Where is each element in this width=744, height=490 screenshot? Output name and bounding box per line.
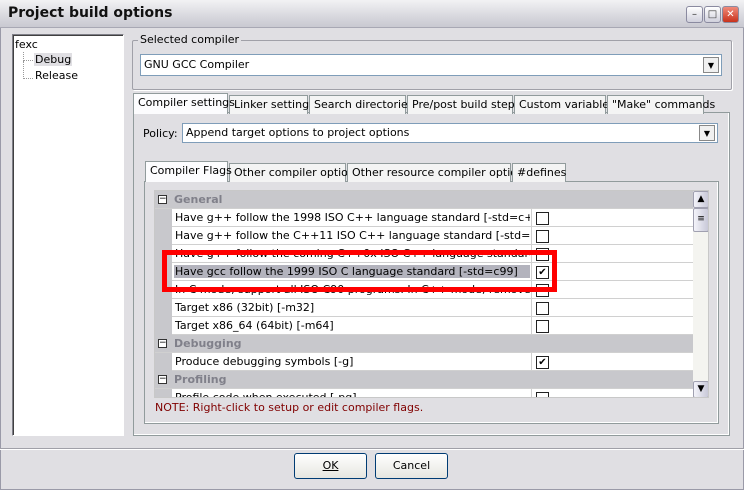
- flag-row[interactable]: Profile code when executed [-pg]: [155, 389, 693, 398]
- flag-row[interactable]: Have gcc follow the 1999 ISO C language …: [155, 263, 693, 281]
- flag-row[interactable]: Have g++ follow the C++11 ISO C++ langua…: [155, 227, 693, 245]
- selected-compiler-label: Selected compiler: [138, 33, 242, 46]
- row-gutter: [155, 245, 172, 263]
- tab-linker-settings[interactable]: Linker settings: [229, 95, 315, 114]
- flag-row[interactable]: In C mode, support all ISO C90 programs.…: [155, 281, 693, 299]
- tab-other-compiler-options[interactable]: Other compiler options: [229, 163, 361, 182]
- flag-label: Have g++ follow the 1998 ISO C++ languag…: [175, 211, 530, 224]
- window-title: Project build options: [8, 5, 173, 21]
- flag-checkbox[interactable]: [536, 392, 549, 397]
- policy-value: Append target options to project options: [186, 126, 410, 139]
- row-gutter: [155, 299, 172, 317]
- flag-value-cell[interactable]: [531, 317, 693, 335]
- collapse-icon[interactable]: −: [158, 375, 167, 384]
- row-gutter: [155, 281, 172, 299]
- flag-label: Have g++ follow the C++11 ISO C++ langua…: [175, 229, 530, 242]
- flag-value-cell[interactable]: [531, 227, 693, 245]
- flag-row[interactable]: Target x86 (32bit) [-m32]: [155, 299, 693, 317]
- section-label: General: [174, 193, 223, 206]
- flag-row[interactable]: Target x86_64 (64bit) [-m64]: [155, 317, 693, 335]
- collapse-icon[interactable]: −: [158, 339, 167, 348]
- tree-line: [23, 61, 33, 79]
- minimize-button[interactable]: –: [686, 6, 703, 23]
- tree-item-root[interactable]: fexc: [15, 38, 38, 51]
- flag-label: Produce debugging symbols [-g]: [175, 355, 354, 368]
- flag-section[interactable]: − General: [155, 191, 693, 209]
- row-gutter: [155, 389, 172, 397]
- flag-checkbox[interactable]: ✔: [536, 356, 549, 369]
- flag-value-cell[interactable]: [531, 299, 693, 317]
- section-label: Profiling: [174, 373, 227, 386]
- flag-section[interactable]: − Debugging: [155, 335, 693, 353]
- flag-section[interactable]: − Profiling: [155, 371, 693, 389]
- flag-checkbox[interactable]: [536, 302, 549, 315]
- tree-item-debug[interactable]: Debug: [34, 53, 73, 66]
- tree-item-release[interactable]: Release: [35, 69, 78, 82]
- maximize-button[interactable]: □: [704, 6, 721, 23]
- tab-pre-post-build-steps[interactable]: Pre/post build steps: [407, 95, 521, 114]
- scroll-thumb[interactable]: ≡: [693, 208, 708, 232]
- cancel-label: Cancel: [392, 459, 431, 472]
- flag-checkbox[interactable]: [536, 212, 549, 225]
- section-label: Debugging: [174, 337, 242, 350]
- flag-label: Target x86 (32bit) [-m32]: [175, 301, 315, 314]
- policy-label: Policy:: [143, 127, 178, 140]
- flag-value-cell[interactable]: ✔: [531, 263, 693, 281]
- tab-custom-variables[interactable]: Custom variables: [514, 95, 615, 114]
- vertical-scrollbar[interactable]: ▲ ≡ ▼: [693, 191, 708, 397]
- tab-make-commands[interactable]: "Make" commands: [607, 95, 715, 114]
- flag-label: In C mode, support all ISO C90 programs.…: [175, 283, 530, 296]
- flag-value-cell[interactable]: [531, 245, 693, 263]
- compiler-value: GNU GCC Compiler: [144, 58, 250, 71]
- flag-label: Target x86_64 (64bit) [-m64]: [175, 319, 334, 332]
- policy-select[interactable]: Append target options to project options…: [182, 123, 718, 143]
- flag-checkbox[interactable]: [536, 230, 549, 243]
- tree-line: [23, 52, 33, 61]
- row-gutter: [155, 263, 172, 281]
- flag-value-cell[interactable]: [531, 281, 693, 299]
- close-button[interactable]: ✕: [722, 6, 739, 23]
- target-tree[interactable]: fexc Debug Release: [12, 34, 124, 436]
- flag-row[interactable]: Produce debugging symbols [-g] ✔: [155, 353, 693, 371]
- chevron-down-icon[interactable]: ▼: [699, 125, 715, 141]
- compiler-select[interactable]: GNU GCC Compiler ▼: [140, 54, 722, 76]
- collapse-icon[interactable]: −: [158, 195, 167, 204]
- scroll-down-button[interactable]: ▼: [693, 381, 708, 397]
- tab-compiler-flags[interactable]: Compiler Flags: [145, 161, 232, 182]
- flag-row[interactable]: Have g++ follow the coming C++0x ISO C++…: [155, 245, 693, 263]
- ok-label: OK: [322, 459, 339, 472]
- row-gutter: [155, 317, 172, 335]
- tab-other-resource-compiler-options[interactable]: Other resource compiler options: [347, 163, 530, 182]
- separator: [0, 448, 744, 450]
- flag-checkbox[interactable]: [536, 284, 549, 297]
- ok-button[interactable]: OK: [294, 453, 367, 479]
- flag-checkbox[interactable]: [536, 248, 549, 261]
- tab-defines[interactable]: #defines: [512, 163, 566, 182]
- cancel-button[interactable]: Cancel: [375, 453, 448, 479]
- flag-row[interactable]: Have g++ follow the 1998 ISO C++ languag…: [155, 209, 693, 227]
- compiler-flags-grid[interactable]: − General Have g++ follow the 1998 ISO C++…: [154, 190, 709, 398]
- flag-label: Profile code when executed [-pg]: [175, 391, 357, 398]
- flag-checkbox[interactable]: [536, 320, 549, 333]
- flag-checkbox[interactable]: ✔: [536, 266, 549, 279]
- flag-label: Have g++ follow the coming C++0x ISO C++…: [175, 247, 530, 260]
- chevron-down-icon[interactable]: ▼: [703, 57, 719, 73]
- flag-value-cell[interactable]: [531, 389, 693, 397]
- row-gutter: [155, 227, 172, 245]
- flags-note: NOTE: Right-click to setup or edit compi…: [155, 401, 424, 414]
- tab-search-directories[interactable]: Search directories: [309, 95, 414, 114]
- flag-value-cell[interactable]: ✔: [531, 353, 693, 371]
- scroll-up-button[interactable]: ▲: [693, 191, 708, 208]
- title-bar[interactable]: Project build options – □ ✕: [0, 0, 744, 28]
- flag-label: Have gcc follow the 1999 ISO C language …: [174, 265, 530, 278]
- flag-value-cell[interactable]: [531, 209, 693, 227]
- row-gutter: [155, 353, 172, 371]
- tab-compiler-settings[interactable]: Compiler settings: [133, 93, 235, 114]
- row-gutter: [155, 209, 172, 227]
